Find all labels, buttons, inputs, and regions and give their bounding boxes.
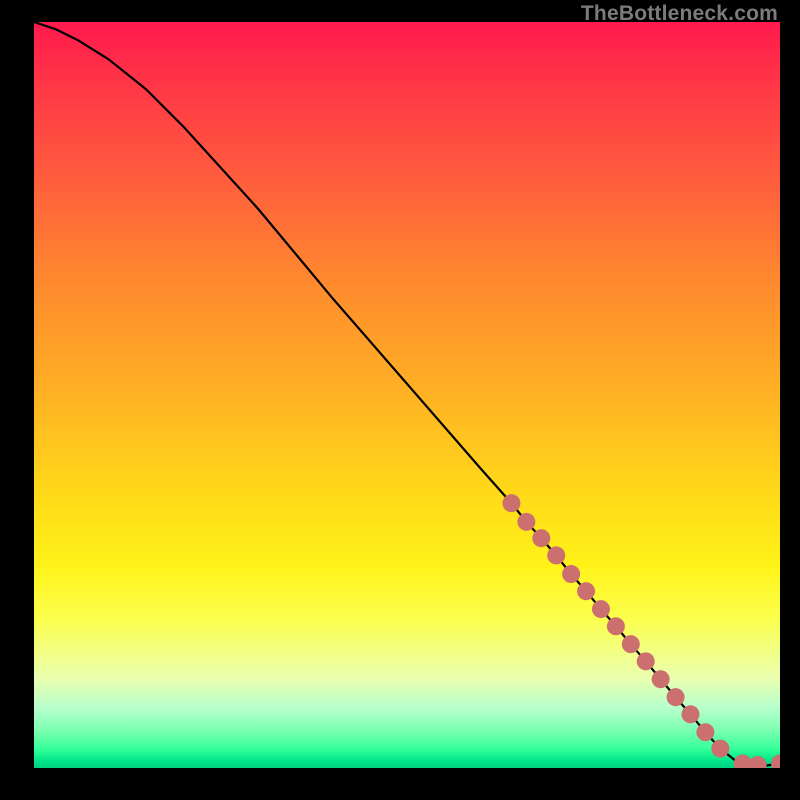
- data-marker: [532, 529, 550, 547]
- curve-group: [34, 22, 780, 768]
- data-marker: [637, 652, 655, 670]
- data-marker: [681, 705, 699, 723]
- data-marker: [547, 546, 565, 564]
- data-marker: [502, 494, 520, 512]
- data-marker: [592, 600, 610, 618]
- chart-page: TheBottleneck.com: [0, 0, 800, 800]
- data-marker: [771, 755, 780, 768]
- data-marker: [622, 635, 640, 653]
- data-marker: [652, 670, 670, 688]
- data-marker: [696, 723, 714, 741]
- data-marker: [607, 617, 625, 635]
- data-marker: [577, 582, 595, 600]
- bottleneck-curve: [34, 22, 780, 766]
- curve-layer: [34, 22, 780, 768]
- plot-area: [34, 22, 780, 768]
- data-marker: [749, 756, 767, 768]
- data-marker: [711, 740, 729, 758]
- data-marker: [517, 513, 535, 531]
- curve-markers: [502, 494, 780, 768]
- data-marker: [667, 688, 685, 706]
- data-marker: [562, 565, 580, 583]
